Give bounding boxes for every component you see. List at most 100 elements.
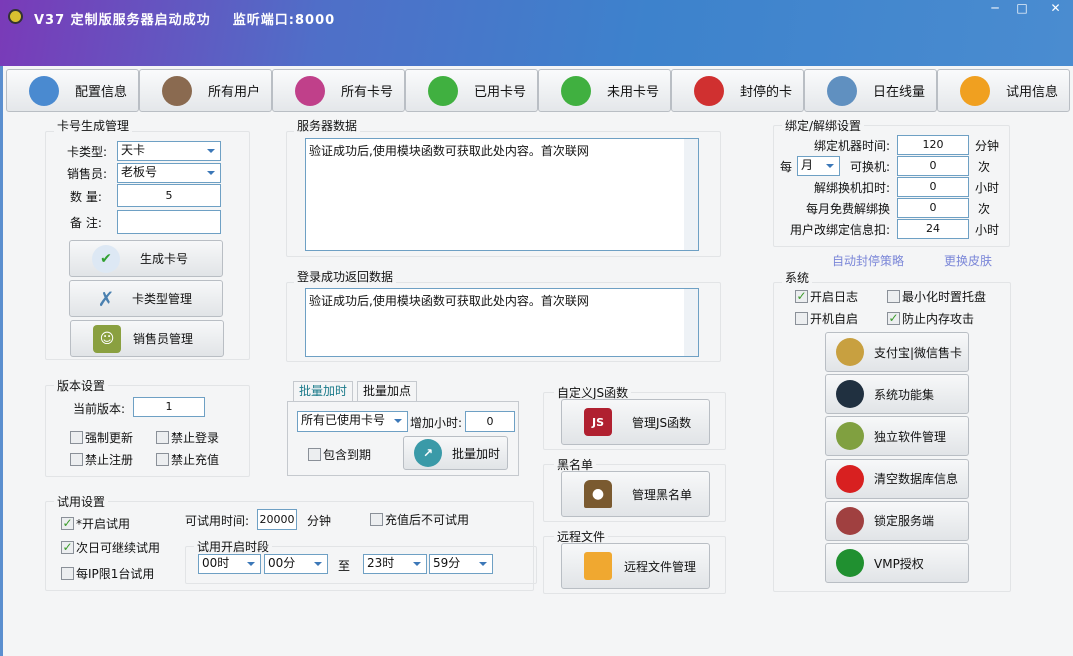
checkbox[interactable]: ✓*开启试用 bbox=[61, 515, 130, 532]
card-type-manage-button[interactable]: ✗ 卡类型管理 bbox=[69, 280, 223, 317]
toolbar-button[interactable]: 试用信息 bbox=[937, 69, 1070, 112]
chevron-down-icon bbox=[207, 149, 215, 153]
checkbox[interactable]: 强制更新 bbox=[70, 429, 133, 446]
current-version-label: 当前版本: bbox=[73, 400, 125, 417]
qty-label: 数 量: bbox=[70, 188, 102, 205]
checkbox[interactable]: 禁止注册 bbox=[70, 451, 133, 468]
tab-batch-time[interactable]: 批量加时 bbox=[293, 381, 353, 401]
change-skin-link[interactable]: 更换皮肤 bbox=[944, 252, 992, 269]
button-label: 卡类型管理 bbox=[132, 290, 192, 307]
auto-ban-policy-link[interactable]: 自动封停策略 bbox=[832, 252, 904, 269]
checkbox-label: 每IP限1台试用 bbox=[76, 565, 154, 582]
hours-input[interactable]: 0 bbox=[465, 411, 515, 432]
chart-trend-icon: ↗ bbox=[414, 439, 442, 467]
checkbox[interactable]: 开机自启 bbox=[795, 310, 858, 327]
system-button[interactable]: 独立软件管理 bbox=[825, 416, 969, 456]
end-hour-select[interactable]: 23时 bbox=[363, 554, 427, 574]
bind-row-label: 可换机: bbox=[850, 158, 890, 175]
button-label: 管理JS函数 bbox=[632, 414, 691, 431]
checkbox[interactable]: ✓次日可继续试用 bbox=[61, 539, 160, 556]
start-min-select[interactable]: 00分 bbox=[264, 554, 328, 574]
scrollbar[interactable] bbox=[684, 289, 698, 356]
system-button[interactable]: 系统功能集 bbox=[825, 374, 969, 414]
batch-scope-select[interactable]: 所有已使用卡号 bbox=[297, 411, 408, 432]
checkbox-label: *开启试用 bbox=[76, 515, 130, 532]
checkbox[interactable]: ✓开启日志 bbox=[795, 288, 858, 305]
checkbox[interactable]: 最小化时置托盘 bbox=[887, 288, 986, 305]
padlock-icon bbox=[836, 507, 864, 535]
checkbox[interactable]: 每IP限1台试用 bbox=[61, 565, 154, 582]
chevron-down-icon bbox=[314, 562, 322, 566]
checkbox[interactable]: ✓防止内存攻击 bbox=[887, 310, 974, 327]
bind-row-unit: 小时 bbox=[975, 179, 999, 196]
toolbar-button[interactable]: 封停的卡 bbox=[671, 69, 804, 112]
toolbar-button[interactable]: 所有用户 bbox=[139, 69, 272, 112]
end-min-select[interactable]: 59分 bbox=[429, 554, 493, 574]
toolbar-button-label: 所有卡号 bbox=[341, 81, 393, 100]
button-label: 销售员管理 bbox=[133, 330, 193, 347]
scrollbar[interactable] bbox=[684, 139, 698, 250]
system-button[interactable]: 支付宝|微信售卡 bbox=[825, 332, 969, 372]
red-x-icon bbox=[836, 465, 864, 493]
checkbox[interactable]: 禁止登录 bbox=[156, 429, 219, 446]
close-button[interactable]: ✕ bbox=[1038, 0, 1073, 18]
seller-select[interactable]: 老板号 bbox=[117, 163, 221, 183]
trial-title: 试用设置 bbox=[54, 493, 108, 510]
checkbox-box bbox=[156, 431, 169, 444]
toolbar-button-label: 试用信息 bbox=[1006, 81, 1058, 100]
bind-row-input[interactable]: 0 bbox=[897, 177, 969, 197]
version-title: 版本设置 bbox=[54, 377, 108, 394]
toolbar-button[interactable]: 配置信息 bbox=[6, 69, 139, 112]
seller-manage-button[interactable]: ☺销售员管理 bbox=[70, 320, 224, 357]
checkbox-label: 禁止登录 bbox=[171, 429, 219, 446]
batch-add-time-button[interactable]: ↗批量加时 bbox=[403, 436, 508, 470]
card-type-select[interactable]: 天卡 bbox=[117, 141, 221, 161]
tab-batch-points[interactable]: 批量加点 bbox=[357, 381, 417, 401]
start-min-value: 00分 bbox=[268, 556, 295, 570]
manage-js-button[interactable]: JS管理JS函数 bbox=[561, 399, 710, 445]
no-trial-after-recharge-checkbox[interactable]: 充值后不可试用 bbox=[370, 511, 469, 528]
generate-cards-button[interactable]: ✔生成卡号 bbox=[69, 240, 223, 277]
bind-row-input[interactable]: 0 bbox=[897, 156, 969, 176]
per-period-select[interactable]: 月 bbox=[797, 156, 840, 176]
toolbar-button[interactable]: 已用卡号 bbox=[405, 69, 538, 112]
qty-input[interactable]: 5 bbox=[117, 184, 221, 207]
manage-blacklist-button[interactable]: ●管理黑名单 bbox=[561, 471, 710, 517]
minimize-button[interactable]: ─ bbox=[980, 0, 1010, 18]
window-title: V37 定制版服务器启动成功 监听端口:8000 bbox=[34, 9, 335, 28]
trial-time-input[interactable]: 20000 bbox=[257, 509, 297, 530]
checkmark-icon: ✓ bbox=[61, 541, 74, 554]
bind-row-input[interactable]: 0 bbox=[897, 198, 969, 218]
system-button[interactable]: 锁定服务端 bbox=[825, 501, 969, 541]
tools-icon: ✗ bbox=[92, 285, 120, 313]
money-bag-icon bbox=[836, 338, 864, 366]
system-button[interactable]: 清空数据库信息 bbox=[825, 459, 969, 499]
checkbox-label: 开启日志 bbox=[810, 288, 858, 305]
seller-label: 销售员: bbox=[67, 165, 107, 182]
trial-period-title: 试用开启时段 bbox=[194, 538, 272, 555]
start-hour-select[interactable]: 00时 bbox=[198, 554, 261, 574]
server-data-textarea[interactable]: 验证成功后,使用模块函数可获取此处内容。首次联网 bbox=[305, 138, 699, 251]
to-label: 至 bbox=[338, 557, 350, 574]
current-version-input[interactable]: 1 bbox=[133, 397, 205, 417]
bind-row-input[interactable]: 120 bbox=[897, 135, 969, 155]
note-input[interactable] bbox=[117, 210, 221, 234]
button-label: 支付宝|微信售卡 bbox=[874, 344, 962, 361]
title-bar: V37 定制版服务器启动成功 监听端口:8000 ─ □ ✕ bbox=[0, 0, 1073, 66]
include-expired-checkbox[interactable]: 包含到期 bbox=[308, 446, 371, 463]
toolbar-button[interactable]: 所有卡号 bbox=[272, 69, 405, 112]
card-type-value: 天卡 bbox=[121, 143, 145, 157]
user-add-icon bbox=[561, 76, 591, 106]
login-data-textarea[interactable]: 验证成功后,使用模块函数可获取此处内容。首次联网 bbox=[305, 288, 699, 357]
maximize-button[interactable]: □ bbox=[1007, 0, 1037, 18]
bind-row-input[interactable]: 24 bbox=[897, 219, 969, 239]
checkbox[interactable]: 禁止充值 bbox=[156, 451, 219, 468]
checkbox-box bbox=[887, 290, 900, 303]
system-button[interactable]: VMP授权 bbox=[825, 543, 969, 583]
start-hour-value: 00时 bbox=[202, 556, 229, 570]
toolbar-button[interactable]: 未用卡号 bbox=[538, 69, 671, 112]
toolbar-button[interactable]: 日在线量 bbox=[804, 69, 937, 112]
remote-file-manage-button[interactable]: 远程文件管理 bbox=[561, 543, 710, 589]
checkbox-box bbox=[70, 453, 83, 466]
end-hour-value: 23时 bbox=[367, 556, 394, 570]
